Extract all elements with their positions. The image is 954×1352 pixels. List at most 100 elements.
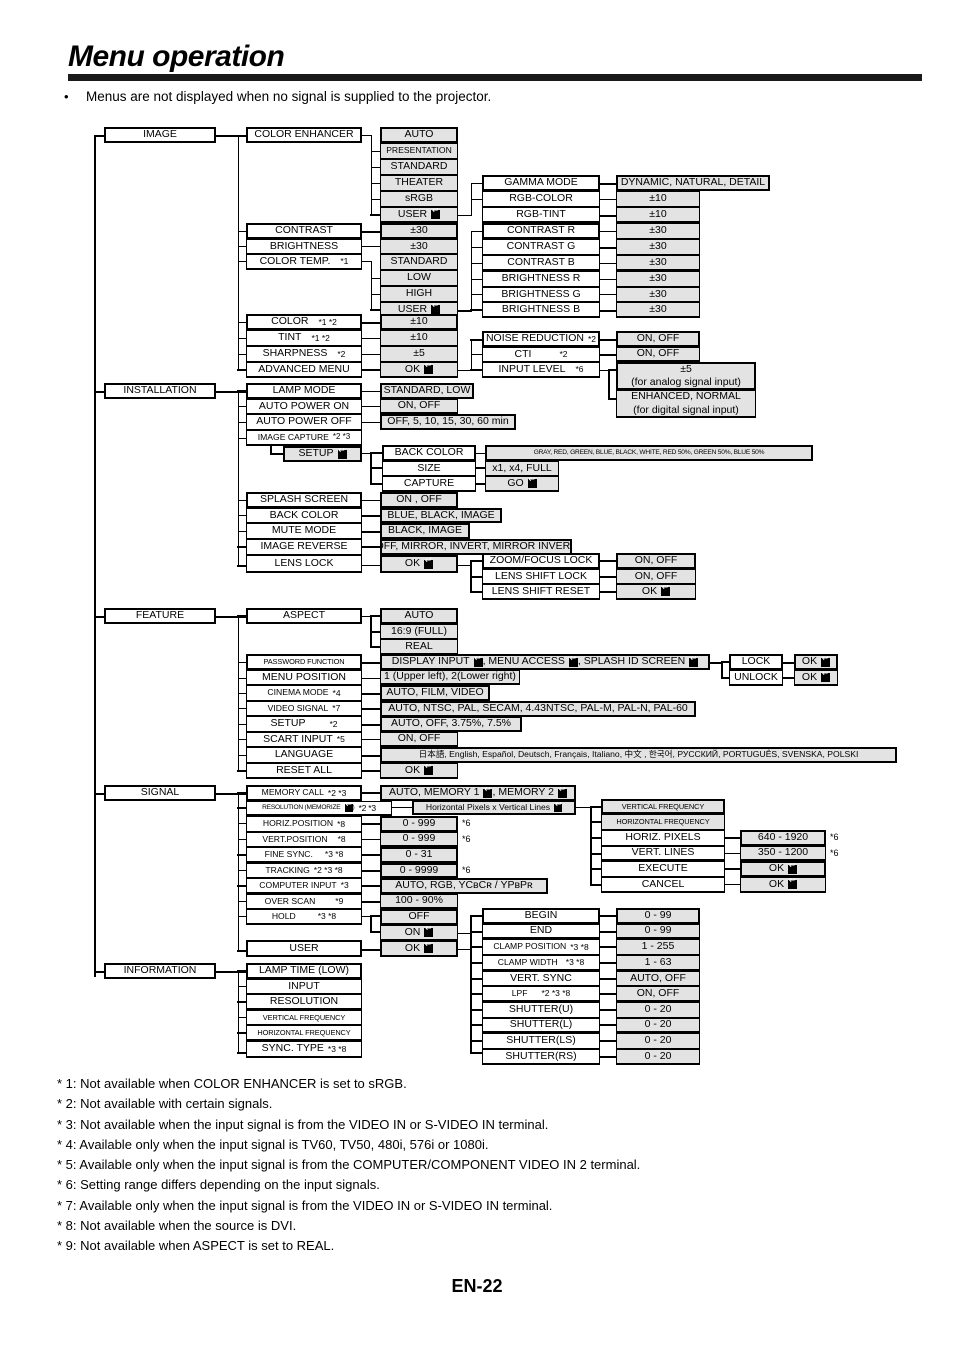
- value-horiz-pixels[interactable]: 640 - 1920: [740, 830, 826, 846]
- value-color-enhancer-auto[interactable]: AUTO: [380, 127, 458, 143]
- value-hold-off[interactable]: OFF: [380, 909, 458, 925]
- menu-item-image-reverse[interactable]: IMAGE REVERSE: [246, 539, 362, 555]
- info-item-vertical-frequency[interactable]: VERTICAL FREQUENCY: [246, 1010, 362, 1025]
- menu-item-contrast[interactable]: CONTRAST: [246, 223, 362, 239]
- value-computer-input[interactable]: AUTO, RGB, YCʙCʀ / YPʙPʀ: [380, 878, 548, 894]
- menu-item-signal-user[interactable]: USER: [246, 940, 362, 957]
- menu-item-back-color[interactable]: BACK COLOR: [246, 508, 362, 523]
- menu-item-aspect[interactable]: ASPECT: [246, 608, 362, 624]
- value-aspect-auto[interactable]: AUTO: [380, 608, 458, 624]
- submenu-item-shutter-ls[interactable]: SHUTTER(LS): [482, 1033, 600, 1049]
- info-item-sync-type[interactable]: SYNC. TYPE *3 *8: [246, 1041, 362, 1058]
- value-end[interactable]: 0 - 99: [616, 924, 700, 939]
- menu-item-feature-setup[interactable]: SETUP *2: [246, 716, 362, 732]
- submenu-item-brightness-r[interactable]: BRIGHTNESS R: [482, 271, 600, 287]
- value-auto-power-off[interactable]: OFF, 5, 10, 15, 30, 60 min: [380, 414, 516, 430]
- menu-item-fine-sync[interactable]: FINE SYNC. *3 *8: [246, 847, 362, 863]
- value-color-enhancer-presentation[interactable]: PRESENTATION: [380, 143, 458, 159]
- value-horiz-position[interactable]: 0 - 999: [380, 816, 458, 832]
- value-shutter-l[interactable]: 0 - 20: [616, 1018, 700, 1033]
- value-vert-lines[interactable]: 350 - 1200: [740, 846, 826, 861]
- value-language[interactable]: 日本語, English, Español, Deutsch, Français…: [380, 747, 897, 763]
- value-password-lock-ok[interactable]: OK: [794, 654, 838, 670]
- submenu-item-noise-reduction[interactable]: NOISE REDUCTION *2: [482, 331, 600, 347]
- submenu-item-cancel[interactable]: CANCEL: [601, 877, 725, 893]
- value-contrast-r[interactable]: ±30: [616, 223, 700, 239]
- value-fine-sync[interactable]: 0 - 31: [380, 847, 458, 863]
- info-item-input[interactable]: INPUT: [246, 979, 362, 994]
- menu-item-sharpness[interactable]: SHARPNESS *2: [246, 346, 362, 362]
- value-shutter-rs[interactable]: 0 - 20: [616, 1049, 700, 1065]
- value-vert-sync[interactable]: AUTO, OFF: [616, 971, 700, 986]
- submenu-item-execute[interactable]: EXECUTE: [601, 861, 725, 877]
- value-noise-reduction[interactable]: ON, OFF: [616, 331, 700, 347]
- submenu-item-lens-shift-reset[interactable]: LENS SHIFT RESET: [482, 584, 600, 600]
- value-aspect-real[interactable]: REAL: [380, 639, 458, 655]
- menu-item-image-capture[interactable]: IMAGE CAPTURE *2 *3: [246, 430, 362, 446]
- submenu-item-gamma-mode[interactable]: GAMMA MODE: [482, 175, 600, 191]
- value-color-enhancer-user[interactable]: USER: [380, 207, 458, 223]
- value-color-temp-low[interactable]: LOW: [380, 270, 458, 286]
- submenu-item-zoom-focus-lock[interactable]: ZOOM/FOCUS LOCK: [482, 553, 600, 569]
- value-lpf[interactable]: ON, OFF: [616, 986, 700, 1002]
- value-lens-shift-reset[interactable]: OK: [616, 584, 696, 600]
- submenu-item-contrast-b[interactable]: CONTRAST B: [482, 255, 600, 271]
- value-capture-back-color[interactable]: GRAY, RED, GREEN, BLUE, BLACK, WHITE, RE…: [485, 445, 813, 461]
- value-color-enhancer-standard[interactable]: STANDARD: [380, 159, 458, 175]
- value-input-level-digital[interactable]: ENHANCED, NORMAL (for digital signal inp…: [616, 390, 756, 418]
- menu-item-password-function[interactable]: PASSWORD FUNCTION: [246, 654, 362, 670]
- submenu-item-cti[interactable]: CTI *2: [482, 347, 600, 362]
- value-resolution[interactable]: Horizontal Pixels x Vertical Lines: [412, 800, 576, 815]
- menu-item-horiz-position[interactable]: HORIZ.POSITION *8: [246, 816, 362, 832]
- value-clamp-width[interactable]: 1 - 63: [616, 955, 700, 971]
- value-shutter-ls[interactable]: 0 - 20: [616, 1033, 700, 1049]
- value-lamp-mode[interactable]: STANDARD, LOW: [380, 383, 474, 399]
- menu-item-memory-call[interactable]: MEMORY CALL *2 *3: [246, 785, 362, 801]
- value-aspect-169full[interactable]: 16:9 (FULL): [380, 624, 458, 639]
- menu-item-scart-input[interactable]: SCART INPUT *5: [246, 732, 362, 747]
- value-contrast-b[interactable]: ±30: [616, 255, 700, 271]
- menu-item-mute-mode[interactable]: MUTE MODE: [246, 523, 362, 539]
- value-cti[interactable]: ON, OFF: [616, 347, 700, 362]
- value-begin[interactable]: 0 - 99: [616, 908, 700, 924]
- value-reset-all[interactable]: OK: [380, 763, 458, 779]
- menu-item-vert-position[interactable]: VERT.POSITION *8: [246, 832, 362, 847]
- menu-item-auto-power-on[interactable]: AUTO POWER ON: [246, 399, 362, 414]
- value-over-scan[interactable]: 100 - 90%: [380, 894, 458, 909]
- value-brightness[interactable]: ±30: [380, 239, 458, 254]
- value-hold-on[interactable]: ON: [380, 925, 458, 941]
- menu-item-splash-screen[interactable]: SPLASH SCREEN: [246, 492, 362, 508]
- value-clamp-position[interactable]: 1 - 255: [616, 939, 700, 955]
- value-capture-go[interactable]: GO: [485, 476, 559, 492]
- menu-item-advanced-menu[interactable]: ADVANCED MENU: [246, 362, 362, 378]
- submenu-item-lens-shift-lock[interactable]: LENS SHIFT LOCK: [482, 569, 600, 584]
- value-back-color[interactable]: BLUE, BLACK, IMAGE: [380, 508, 502, 523]
- menu-item-computer-input[interactable]: COMPUTER INPUT *3: [246, 878, 362, 894]
- submenu-item-clamp-position[interactable]: CLAMP POSITION *3 *8: [482, 939, 600, 955]
- submenu-item-shutter-rs[interactable]: SHUTTER(RS): [482, 1049, 600, 1065]
- menu-item-over-scan[interactable]: OVER SCAN *9: [246, 894, 362, 909]
- info-item-resolution[interactable]: RESOLUTION: [246, 994, 362, 1010]
- submenu-item-shutter-u[interactable]: SHUTTER(U): [482, 1002, 600, 1018]
- value-sharpness[interactable]: ±5: [380, 346, 458, 362]
- value-splash-screen[interactable]: ON , OFF: [380, 492, 458, 508]
- menu-item-language[interactable]: LANGUAGE: [246, 747, 362, 763]
- value-color[interactable]: ±10: [380, 314, 458, 330]
- value-shutter-u[interactable]: 0 - 20: [616, 1002, 700, 1018]
- value-password-lock[interactable]: LOCK: [729, 654, 783, 670]
- value-video-signal[interactable]: AUTO, NTSC, PAL, SECAM, 4.43NTSC, PAL-M,…: [380, 701, 696, 717]
- value-scart-input[interactable]: ON, OFF: [380, 732, 458, 747]
- menu-item-menu-position[interactable]: MENU POSITION: [246, 670, 362, 685]
- menu-item-brightness[interactable]: BRIGHTNESS: [246, 239, 362, 254]
- menu-item-hold[interactable]: HOLD *3 *8: [246, 909, 362, 925]
- menu-item-capture-setup[interactable]: SETUP: [283, 446, 362, 462]
- value-rgb-color[interactable]: ±10: [616, 191, 700, 207]
- menu-root-image[interactable]: IMAGE: [104, 127, 216, 143]
- submenu-item-brightness-b[interactable]: BRIGHTNESS B: [482, 302, 600, 318]
- value-cancel[interactable]: OK: [740, 877, 826, 893]
- value-password-unlock-ok[interactable]: OK: [794, 670, 838, 686]
- value-input-level-analog[interactable]: ±5 (for analog signal input): [616, 362, 756, 390]
- menu-item-lamp-mode[interactable]: LAMP MODE: [246, 383, 362, 399]
- value-capture-size[interactable]: x1, x4, FULL: [485, 461, 559, 476]
- value-password-function[interactable]: DISPLAY INPUT , MENU ACCESS , SPLASH ID …: [380, 654, 710, 670]
